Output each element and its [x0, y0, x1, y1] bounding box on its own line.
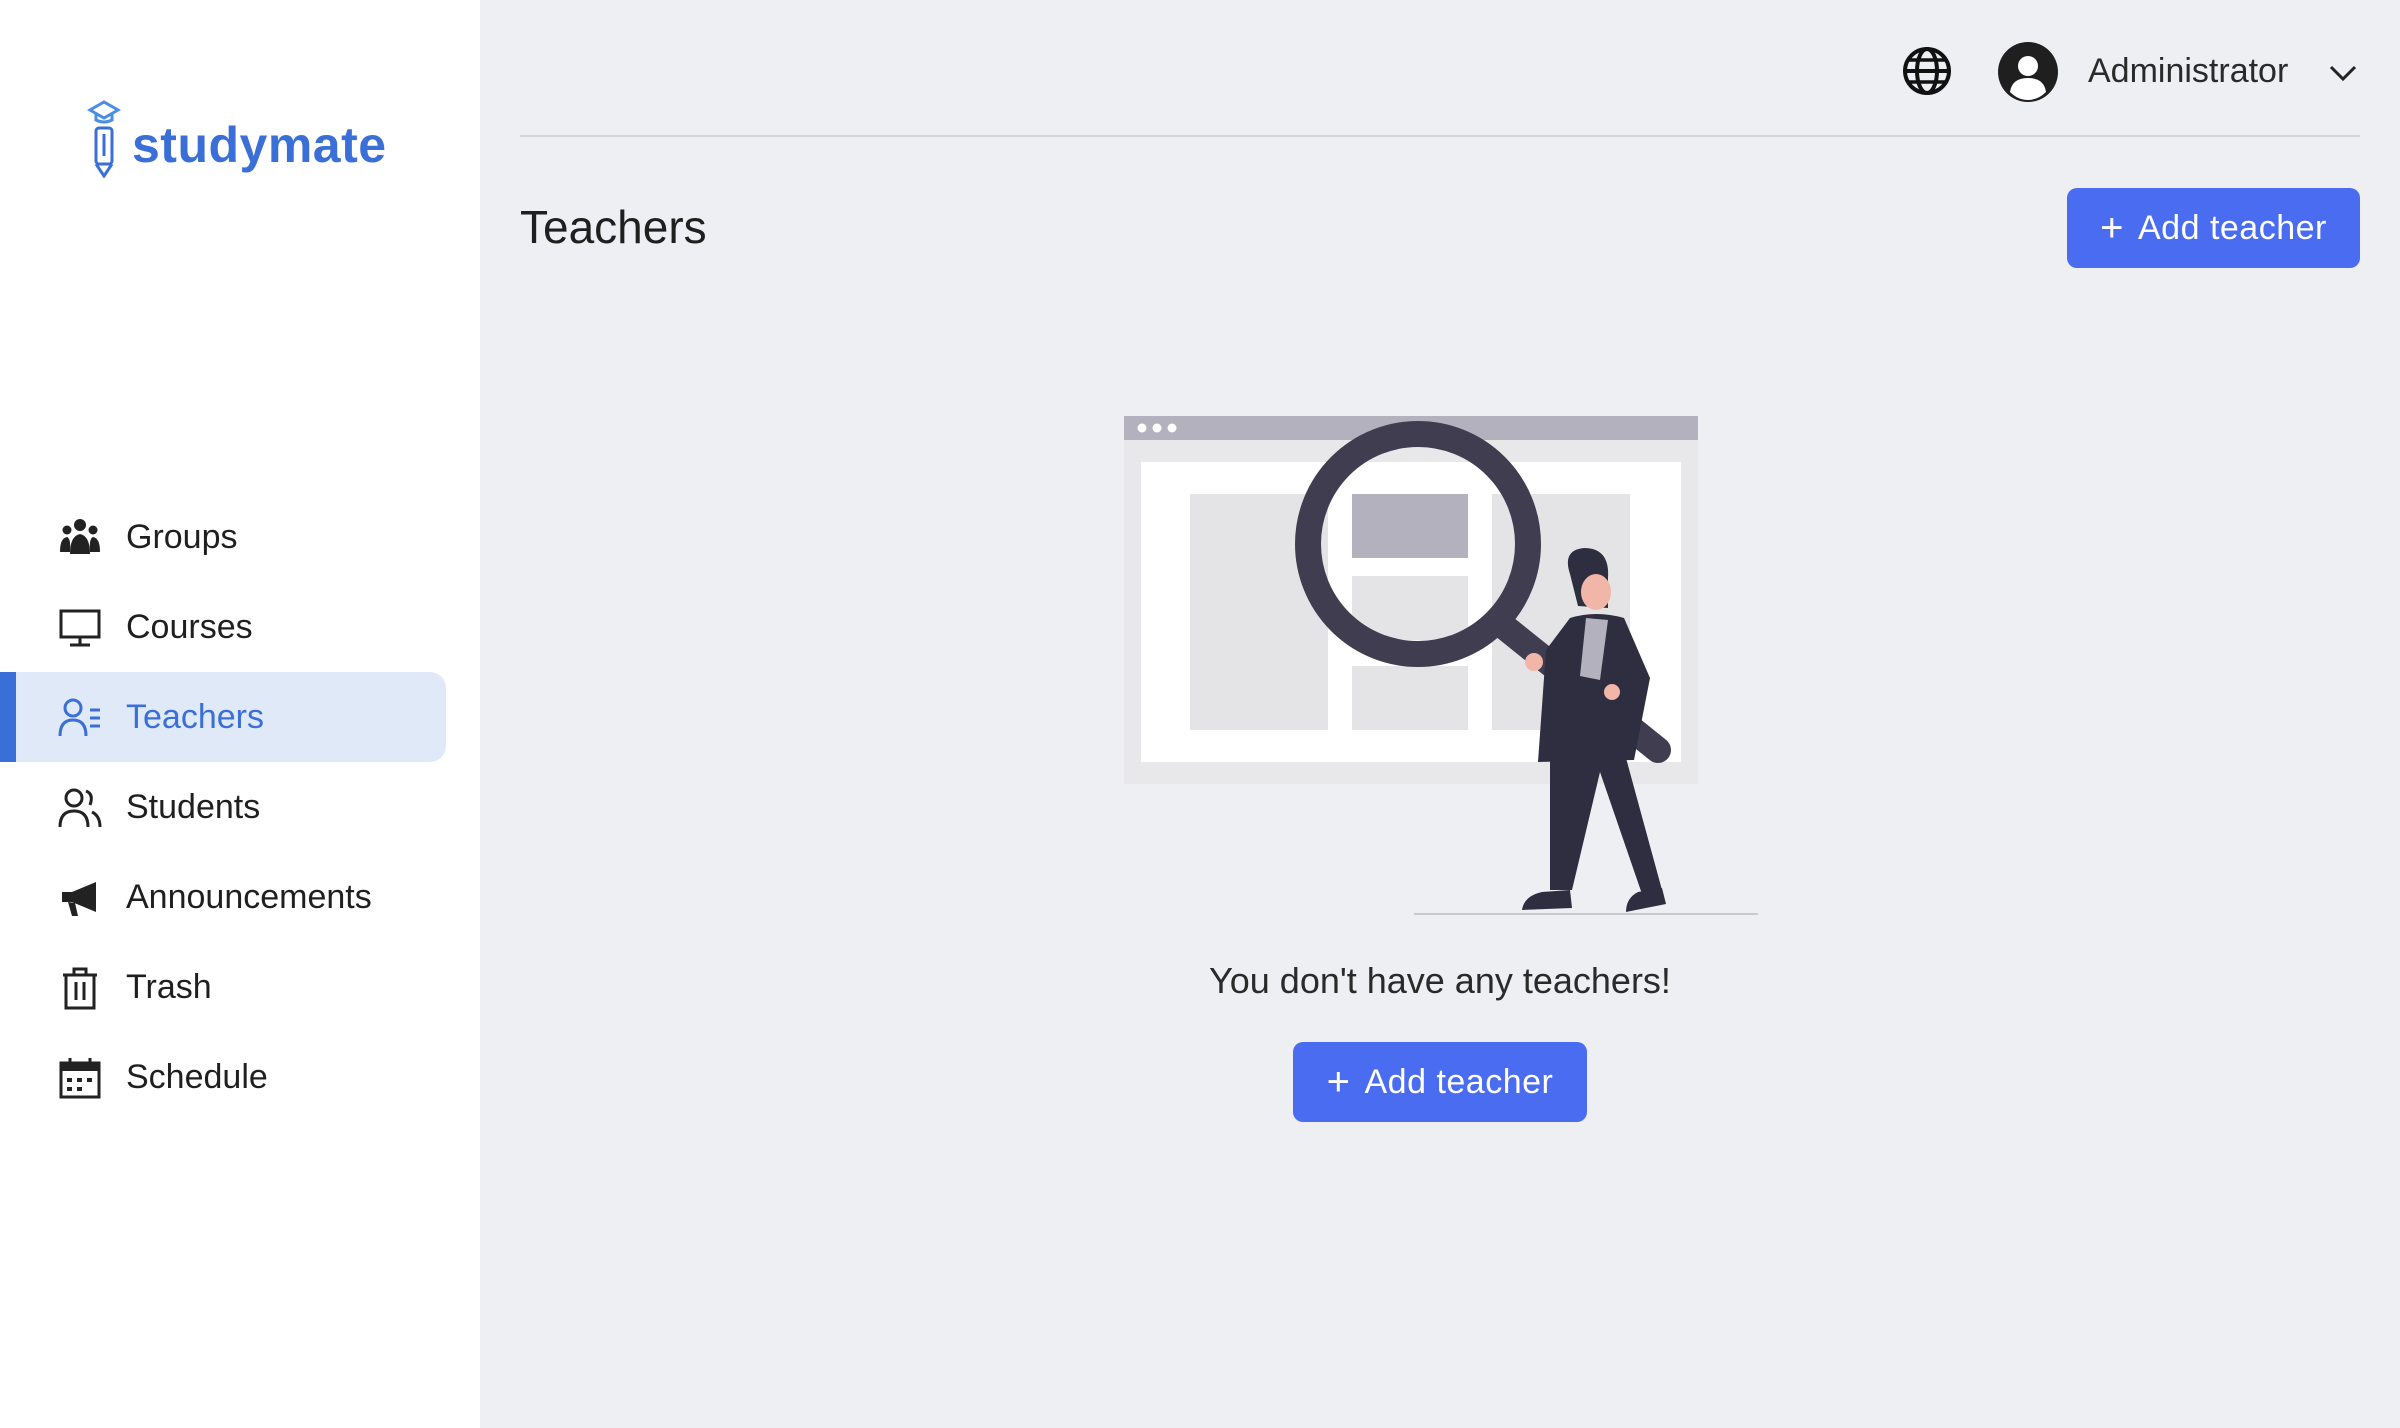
- studymate-logo[interactable]: studymate: [86, 98, 387, 178]
- empty-state-message: You don't have any teachers!: [1209, 960, 1671, 1001]
- sidebar-item-trash[interactable]: Trash: [0, 942, 446, 1032]
- user-name[interactable]: Administrator: [2088, 52, 2288, 91]
- sidebar-item-students[interactable]: Students: [0, 762, 446, 852]
- groups-icon: [60, 519, 100, 554]
- sidebar: studymate Groups Courses Teachers Studen…: [0, 0, 480, 1428]
- sidebar-item-label: Announcements: [126, 877, 372, 916]
- header-divider: [520, 135, 2360, 137]
- sidebar-item-label: Schedule: [126, 1057, 268, 1096]
- sidebar-item-teachers[interactable]: Teachers: [0, 672, 446, 762]
- globe-icon[interactable]: [1902, 46, 1952, 96]
- sidebar-item-label: Courses: [126, 607, 253, 646]
- avatar[interactable]: [1998, 42, 2058, 102]
- add-teacher-button[interactable]: + Add teacher: [2067, 188, 2360, 268]
- megaphone-icon: [62, 882, 96, 916]
- empty-add-teacher-button-label: Add teacher: [1364, 1062, 1554, 1101]
- empty-state-add-teacher-button[interactable]: + Add teacher: [1293, 1042, 1587, 1122]
- plus-icon: +: [2100, 206, 2124, 250]
- chevron-down-icon[interactable]: [2328, 58, 2358, 88]
- teacher-icon: [58, 698, 100, 737]
- sidebar-item-label: Trash: [126, 967, 212, 1006]
- sidebar-item-courses[interactable]: Courses: [0, 582, 446, 672]
- logo-pencil-icon: [86, 100, 122, 178]
- sidebar-item-label: Students: [126, 787, 261, 826]
- sidebar-item-groups[interactable]: Groups: [0, 492, 446, 582]
- calendar-icon: [59, 1058, 101, 1099]
- brand-name: studymate: [132, 117, 387, 173]
- sidebar-item-label: Teachers: [126, 697, 264, 736]
- add-teacher-button-label: Add teacher: [2138, 208, 2327, 247]
- sidebar-item-schedule[interactable]: Schedule: [0, 1032, 446, 1122]
- monitor-icon: [59, 609, 101, 647]
- empty-state-illustration: [1124, 416, 1758, 915]
- plus-icon: +: [1326, 1060, 1351, 1104]
- students-icon: [58, 788, 102, 828]
- sidebar-item-label: Groups: [126, 517, 238, 556]
- page-title: Teachers: [520, 201, 707, 253]
- sidebar-item-announcements[interactable]: Announcements: [0, 852, 446, 942]
- sidebar-nav: Groups Courses Teachers Students Announc…: [0, 492, 480, 1122]
- trash-icon: [63, 967, 97, 1010]
